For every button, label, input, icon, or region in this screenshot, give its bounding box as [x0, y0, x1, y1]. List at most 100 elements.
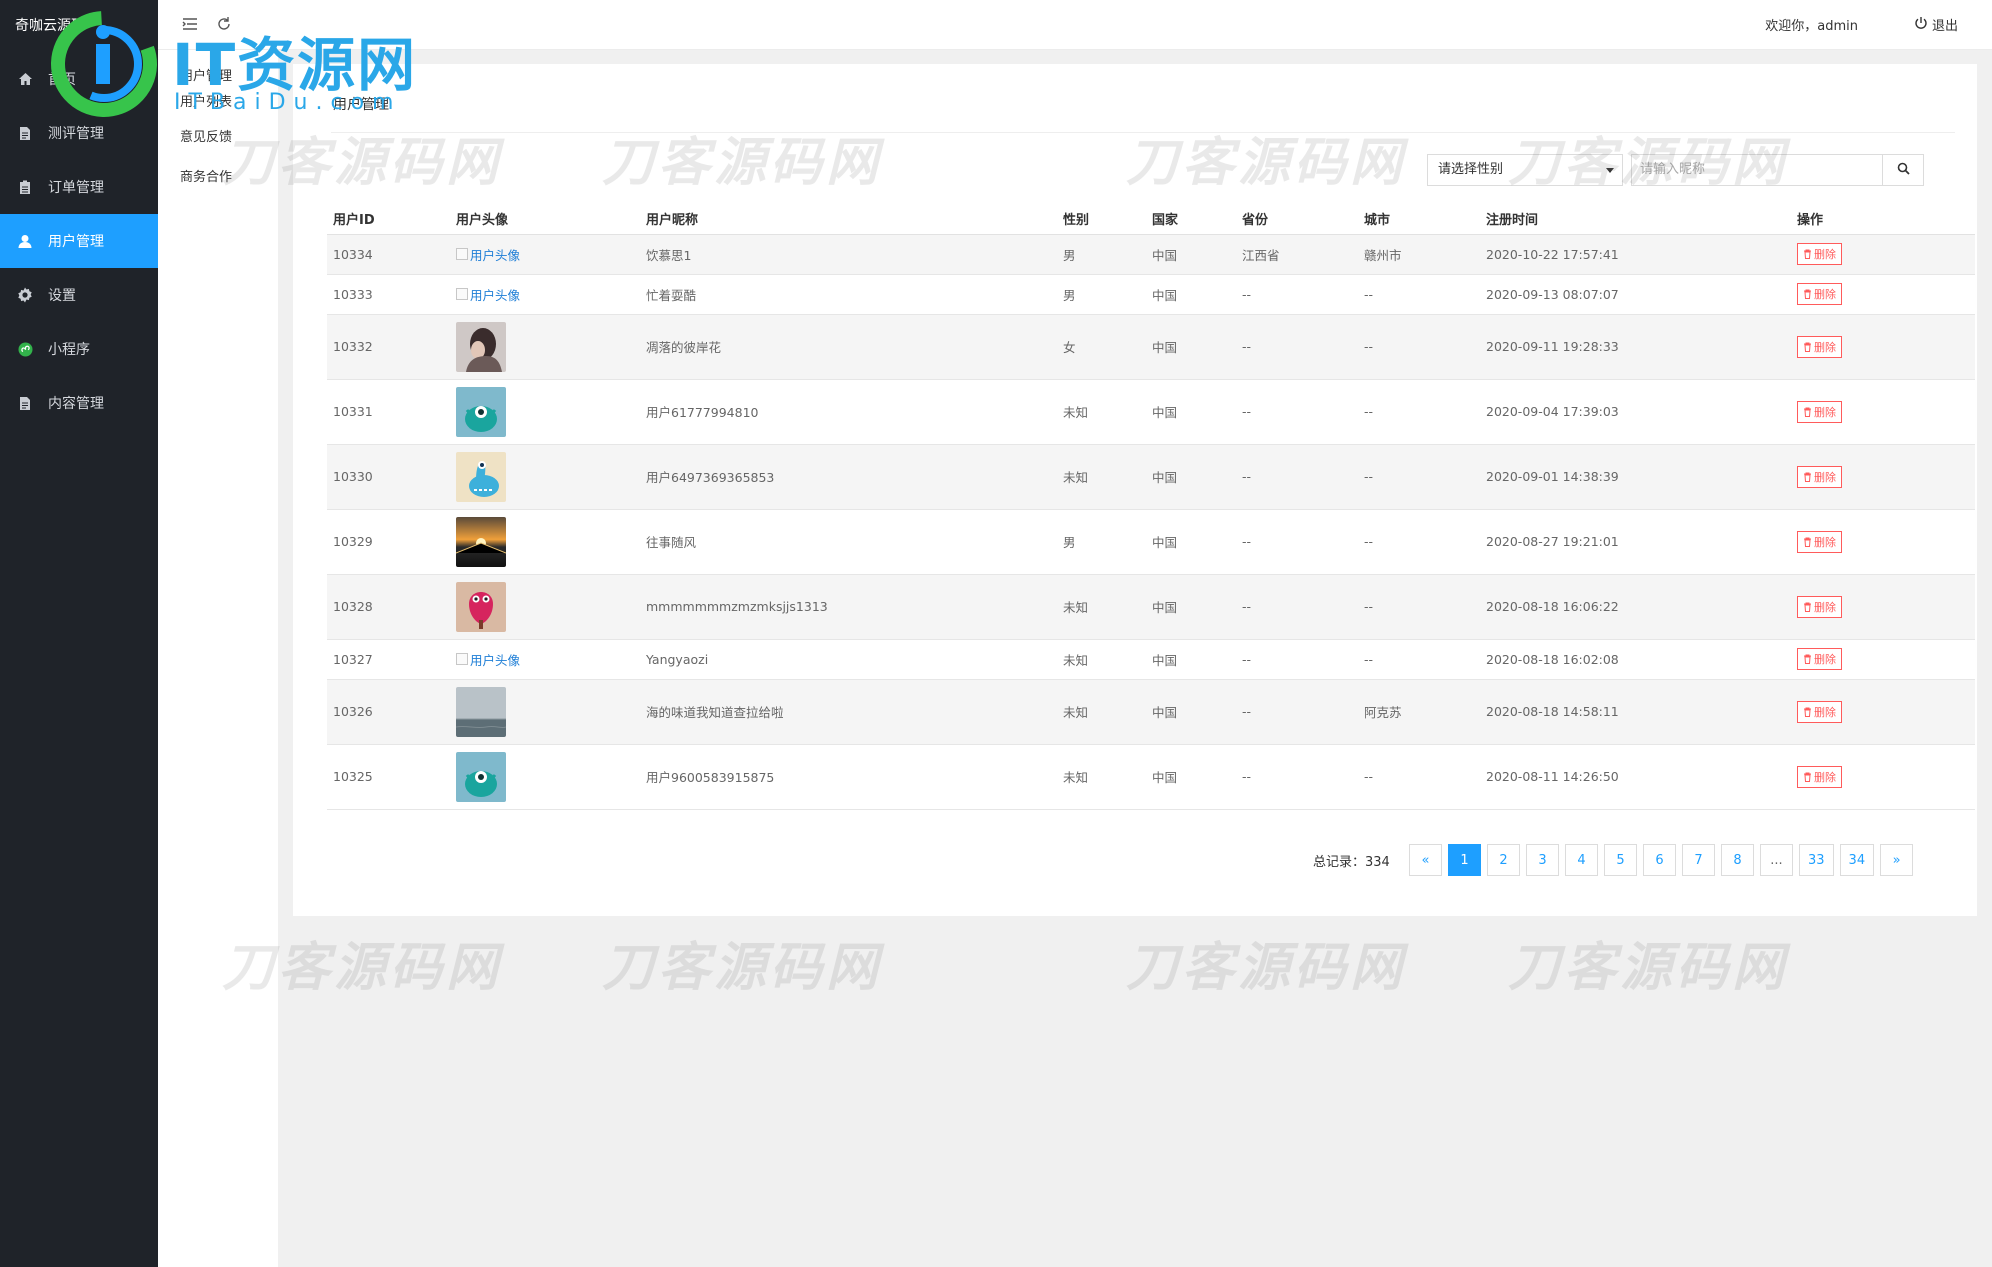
country-cell: 中国 — [1146, 574, 1236, 640]
logout-label: 退出 — [1931, 19, 1958, 34]
page-button-2[interactable]: 2 — [1487, 844, 1520, 876]
actions-cell: 删除 — [1791, 379, 1975, 445]
gender-select[interactable]: 请选择性别 — [1427, 154, 1623, 186]
delete-button[interactable]: 删除 — [1797, 700, 1842, 723]
delete-button[interactable]: 删除 — [1797, 243, 1842, 265]
page-button-4[interactable]: 4 — [1565, 844, 1598, 876]
register-time-cell: 2020-09-01 14:38:39 — [1480, 444, 1791, 510]
user-id-cell: 10327 — [327, 639, 450, 680]
country-cell: 中国 — [1146, 509, 1236, 575]
city-cell: -- — [1358, 314, 1480, 380]
gender-cell: 未知 — [1057, 379, 1146, 445]
page-button-33[interactable]: 33 — [1799, 844, 1834, 876]
avatar — [456, 516, 640, 567]
refresh-icon[interactable] — [214, 14, 234, 34]
delete-label: 删除 — [1814, 470, 1836, 484]
collapse-menu-icon[interactable] — [180, 14, 200, 34]
actions-cell: 删除 — [1791, 744, 1975, 810]
province-cell: -- — [1236, 444, 1358, 510]
watermark-text: 刀客源码网 — [1126, 938, 1407, 998]
user-management-panel: 用户管理 请选择性别 请输入昵称 用户ID 用户头像 用户昵称 性别 国家 省份… — [293, 64, 1977, 916]
delete-button[interactable]: 删除 — [1797, 765, 1842, 788]
delete-button[interactable]: 删除 — [1797, 335, 1842, 358]
nickname-search-input[interactable]: 请输入昵称 — [1631, 154, 1883, 186]
delete-button[interactable]: 删除 — [1797, 400, 1842, 423]
sidebar-item-settings[interactable]: 设置 — [0, 268, 158, 322]
sidebar-item-miniprogram[interactable]: 小程序 — [0, 322, 158, 376]
avatar: 用户头像 — [456, 285, 520, 304]
delete-button[interactable]: 删除 — [1797, 530, 1842, 553]
gender-cell: 未知 — [1057, 574, 1146, 640]
pagination: «1 2 3 4 5 6 7 8... 33 34» — [1409, 844, 1914, 876]
document-icon — [16, 124, 34, 142]
province-cell: -- — [1236, 639, 1358, 680]
gender-cell: 女 — [1057, 314, 1146, 380]
delete-label: 删除 — [1814, 288, 1836, 301]
sidebar-item-content[interactable]: 内容管理 — [0, 376, 158, 430]
sidebar-item-review[interactable]: 测评管理 — [0, 106, 158, 160]
sidebar-item-orders[interactable]: 订单管理 — [0, 160, 158, 214]
actions-cell: 删除 — [1791, 274, 1975, 315]
sidebar-item-users[interactable]: 用户管理 — [0, 214, 158, 268]
province-cell: -- — [1236, 574, 1358, 640]
city-cell: -- — [1358, 574, 1480, 640]
logout-button[interactable]: 退出 — [1914, 15, 1958, 34]
total-records: 总记录：334 — [1313, 855, 1390, 870]
page-button-7[interactable]: 7 — [1682, 844, 1715, 876]
page-button-5[interactable]: 5 — [1604, 844, 1637, 876]
trash-icon — [1804, 342, 1811, 352]
page-button-1[interactable]: 1 — [1448, 844, 1481, 876]
table-row: 10334 用户头像 饮慕思1 男中国 江西省 赣州市 2020-10-22 17:57:4… — [327, 234, 1975, 275]
user-id-cell: 10333 — [327, 274, 450, 315]
register-time-cell: 2020-08-11 14:26:50 — [1480, 744, 1791, 810]
page-ellipsis: ... — [1760, 844, 1793, 876]
delete-label: 删除 — [1814, 705, 1836, 719]
actions-cell: 删除 — [1791, 639, 1975, 680]
delete-label: 删除 — [1814, 405, 1836, 419]
trash-icon — [1804, 654, 1811, 664]
avatar — [456, 686, 640, 737]
caret-down-icon — [1606, 168, 1614, 173]
delete-button[interactable]: 删除 — [1797, 283, 1842, 305]
subnav-item-feedback[interactable]: 意见反馈 — [158, 118, 278, 158]
delete-button[interactable]: 删除 — [1797, 648, 1842, 670]
actions-cell: 删除 — [1791, 444, 1975, 510]
broken-image-icon — [456, 653, 468, 665]
table-row: 10332 凋落的彼岸花女中国 -- -- 2020-09-11 19:28:33 删除 — [327, 314, 1975, 380]
trash-icon — [1804, 707, 1811, 717]
prev-page-button[interactable]: « — [1409, 844, 1442, 876]
subnav-item-user-list[interactable]: 用户列表 — [158, 88, 278, 118]
sidebar-item-home[interactable]: 首页 — [0, 52, 158, 106]
delete-button[interactable]: 删除 — [1797, 595, 1842, 618]
page-button-34[interactable]: 34 — [1839, 844, 1875, 876]
subnav-item-business[interactable]: 商务合作 — [158, 158, 278, 198]
table-row: 10331 用户61777994810 未知 中国 -- -- 2020-09-04 17:… — [327, 379, 1975, 445]
register-time-cell: 2020-08-18 16:06:22 — [1480, 574, 1791, 640]
table-row: 10325 用户9600583915875 未知 中国 -- -- 2020-08-11 1… — [327, 744, 1975, 810]
table-row: 10333 用户头像 忙着耍酷男中国 -- -- 2020-09-13 08:07:07 删… — [327, 274, 1975, 315]
next-page-button[interactable]: » — [1880, 844, 1914, 876]
province-cell: -- — [1236, 314, 1358, 380]
user-id-cell: 10325 — [327, 744, 450, 810]
page-button-3[interactable]: 3 — [1526, 844, 1559, 876]
subnav-title: 用户管理 — [180, 69, 233, 84]
country-cell: 中国 — [1146, 744, 1236, 810]
page-button-8[interactable]: 8 — [1721, 844, 1754, 876]
clipboard-icon — [16, 178, 34, 196]
register-time-cell: 2020-08-18 16:02:08 — [1480, 639, 1791, 680]
country-cell: 中国 — [1146, 314, 1236, 380]
nickname-cell: mmmmmmmzmzmksjjs1313 — [640, 574, 1057, 640]
trash-icon — [1804, 407, 1811, 417]
delete-label: 删除 — [1814, 600, 1836, 614]
delete-button[interactable]: 删除 — [1797, 465, 1842, 488]
avatar-alt-text: 用户头像 — [470, 247, 521, 263]
trash-icon — [1804, 472, 1811, 482]
gender-cell: 男 — [1057, 509, 1146, 575]
search-button[interactable] — [1882, 154, 1924, 186]
user-id-cell: 10326 — [327, 679, 450, 745]
gender-cell: 未知 — [1057, 744, 1146, 810]
page-button-6[interactable]: 6 — [1643, 844, 1676, 876]
avatar-cell: 用户头像 — [450, 274, 640, 315]
avatar-cell: 用户头像 — [450, 639, 640, 680]
watermark-text: 刀客源码网 — [602, 938, 883, 998]
